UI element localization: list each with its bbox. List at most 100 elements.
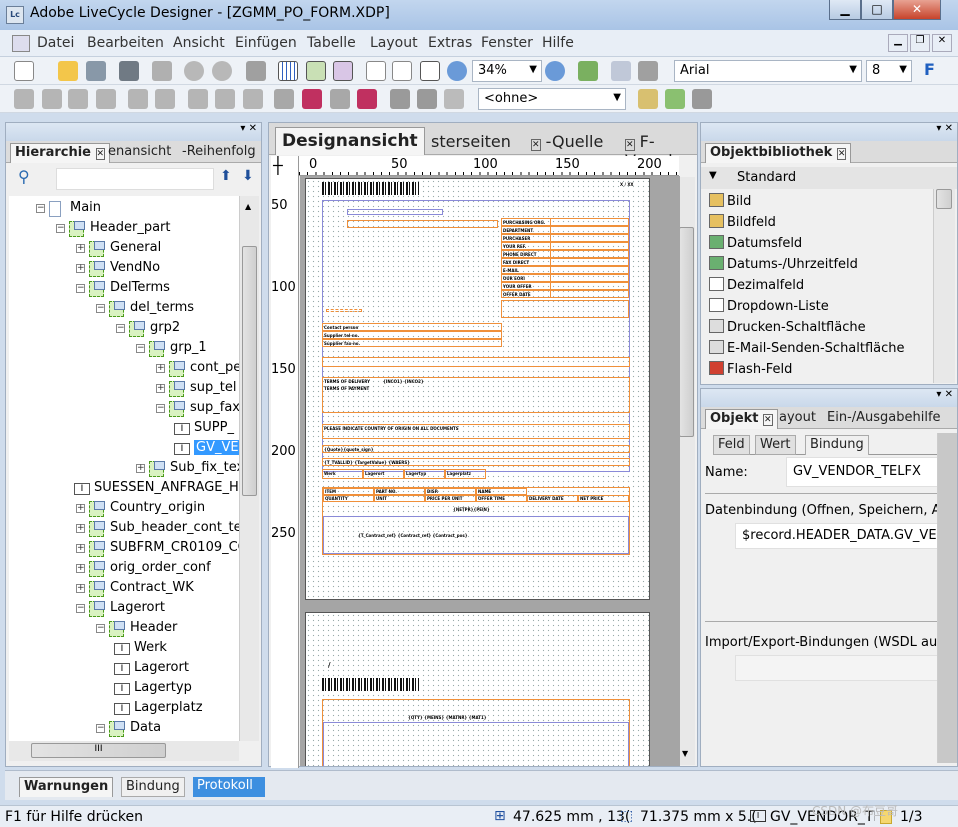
date-field[interactable] [326, 309, 362, 312]
incoterms-field[interactable]: {INCO1} {INCO2} [383, 379, 424, 384]
header-info-row[interactable]: OFFER DATE [501, 290, 629, 298]
print-icon[interactable] [119, 61, 139, 81]
spell-check-icon[interactable] [611, 61, 631, 81]
tab-protokoll[interactable]: Protokoll [193, 777, 265, 797]
close-tab-icon[interactable]: ✕ [763, 414, 773, 426]
contact-row[interactable]: Supplier fax-no. [322, 339, 502, 347]
h-scroll-thumb[interactable]: III [31, 743, 166, 758]
header-info-row[interactable]: DEPARTMENT [501, 226, 629, 234]
expand-icon[interactable]: + [156, 384, 165, 393]
expand-icon[interactable]: + [76, 524, 85, 533]
tab-ebenenansicht[interactable]: enansicht [104, 143, 175, 163]
redo-icon[interactable] [212, 61, 232, 81]
tree-item[interactable]: − Main [9, 199, 239, 219]
check-script-icon[interactable] [578, 61, 598, 81]
storage-cell[interactable]: Lagerort [363, 469, 404, 479]
close-tab-icon[interactable]: ✕ [531, 139, 541, 151]
tree-item[interactable]: I Lagertyp [9, 679, 239, 699]
expand-icon[interactable]: + [136, 464, 145, 473]
header-info-value[interactable] [550, 282, 629, 290]
cut-icon[interactable] [152, 61, 172, 81]
terms-subform[interactable]: TERMS OF DELIVERY {INCO1} {INCO2} TERMS … [322, 377, 630, 413]
storage-cell[interactable]: Lagertyp [404, 469, 445, 479]
import-export-input[interactable] [735, 655, 946, 681]
tree-item[interactable]: I SUESSEN_ANFRAGE_H [9, 479, 239, 499]
bring-to-front-icon[interactable] [302, 89, 322, 109]
fit-width-icon[interactable] [420, 61, 440, 81]
tab-xml-quelle[interactable]: ✕ -Quelle [527, 131, 607, 151]
header-info-value[interactable] [550, 258, 629, 266]
collapse-icon[interactable]: − [76, 604, 85, 613]
add-field-icon[interactable] [665, 89, 685, 109]
grid-icon[interactable] [278, 61, 298, 81]
tree-item[interactable]: − DelTerms [9, 279, 239, 299]
object-boundaries-icon[interactable] [333, 61, 353, 81]
fit-height-icon[interactable] [392, 61, 412, 81]
tvallid-field[interactable]: {T_TVALLID} {TargetValue} {WAERS} [324, 460, 410, 465]
library-item[interactable]: E-Mail-Senden-Schaltfläche [709, 340, 905, 361]
header-info-value[interactable] [550, 226, 629, 234]
tree-item[interactable]: − del_terms [9, 299, 239, 319]
header-info-row[interactable]: YOUR OFFER [501, 282, 629, 290]
collapse-icon[interactable]: − [156, 404, 165, 413]
tree-item[interactable]: + cont_pers [9, 359, 239, 379]
scroll-thumb[interactable] [679, 227, 694, 437]
line-subform[interactable] [322, 357, 630, 367]
netpr-field[interactable]: {NETPR}{PEIN} [453, 507, 490, 512]
collapse-icon[interactable]: − [36, 204, 45, 213]
tree-item[interactable]: − Lagerort [9, 599, 239, 619]
lock-icon[interactable] [692, 89, 712, 109]
items-table-page2[interactable]: {QTY} {MEINS} {MATNR} {MAT1} [322, 699, 630, 766]
library-scrollbar[interactable] [933, 189, 955, 383]
panel-menu-close-icon[interactable]: ▾ ✕ [240, 123, 257, 134]
minimize-button[interactable]: ▁ [829, 0, 861, 20]
menu-ansicht[interactable]: Ansicht [173, 35, 225, 51]
library-item[interactable]: Datumsfeld [709, 235, 802, 256]
library-item[interactable]: Flash-Feld [709, 361, 792, 382]
bring-forward-icon[interactable] [274, 89, 294, 109]
collapse-icon[interactable]: − [76, 284, 85, 293]
header-info-value[interactable] [550, 290, 629, 298]
open-folder-icon[interactable] [58, 61, 78, 81]
header-info-row[interactable]: OUR EORI [501, 274, 629, 282]
header-info-row[interactable]: E-MAIL [501, 266, 629, 274]
header-info-row[interactable]: YOUR REF. [501, 242, 629, 250]
ungroup-icon[interactable] [417, 89, 437, 109]
scroll-thumb[interactable] [242, 246, 257, 496]
font-select[interactable]: Arial [674, 60, 862, 82]
find-icon[interactable] [246, 61, 266, 81]
collapse-icon[interactable]: − [136, 344, 145, 353]
header-info-value[interactable] [550, 234, 629, 242]
tab-ein-ausgabehilfe[interactable]: Ein-/Ausgabehilfe [823, 409, 945, 429]
tree-item[interactable]: I SUPP_ [9, 419, 239, 439]
tree-item[interactable]: + Country_origin [9, 499, 239, 519]
font-size-select[interactable]: 8 [866, 60, 912, 82]
new-document-icon[interactable] [14, 61, 34, 81]
distribute-horizontal-icon[interactable] [188, 89, 208, 109]
header-info-row[interactable]: PURCHASER [501, 234, 629, 242]
send-backward-icon[interactable] [330, 89, 350, 109]
close-tab-icon[interactable]: ✕ [836, 148, 847, 160]
save-icon[interactable] [86, 61, 106, 81]
distribute-vertical-icon[interactable] [215, 89, 235, 109]
scroll-thumb[interactable] [936, 189, 952, 209]
object-scrollbar[interactable] [937, 433, 957, 763]
zoom-select[interactable]: 34% [472, 60, 542, 82]
search-icon[interactable]: ⚲ [18, 167, 30, 186]
expand-icon[interactable]: + [156, 364, 165, 373]
tab-layout[interactable]: ayout [775, 409, 820, 429]
tree-item[interactable]: + VendNo [9, 259, 239, 279]
align-vertical-center-icon[interactable] [128, 89, 148, 109]
form-page-2[interactable]: / {QTY} {MEINS} {MATNR} {MAT1} [305, 612, 650, 766]
menu-extras[interactable]: Extras [428, 35, 472, 51]
barcode[interactable] [322, 678, 419, 691]
contact-row[interactable]: Supplier tel-no. [322, 331, 502, 339]
tree-item[interactable]: − grp2 [9, 319, 239, 339]
expand-icon[interactable]: + [76, 544, 85, 553]
tree-item[interactable]: − grp_1 [9, 339, 239, 359]
tree-item[interactable]: I GV_VE [9, 439, 239, 459]
header-info-row[interactable]: FAX DIRECT [501, 258, 629, 266]
page-icon[interactable] [366, 61, 386, 81]
bold-button[interactable]: F [924, 60, 935, 79]
panel-menu-close-icon[interactable]: ▾ ✕ [936, 389, 953, 400]
